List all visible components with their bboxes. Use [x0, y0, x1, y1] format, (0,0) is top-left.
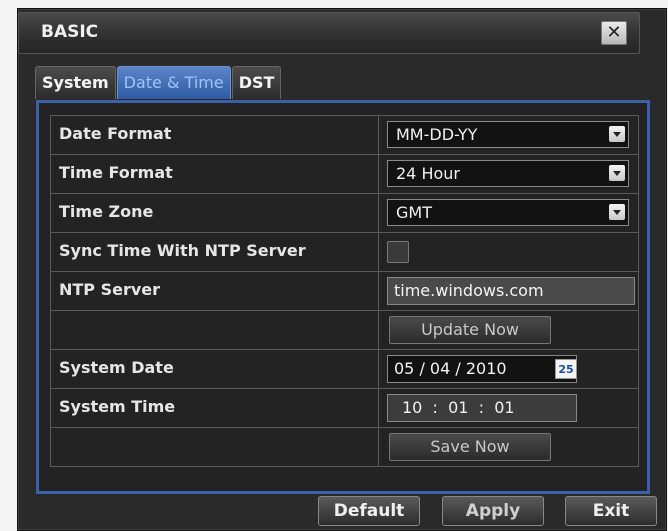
sync-ntp-checkbox[interactable]	[387, 241, 409, 263]
empty-label-cell	[51, 428, 379, 466]
update-now-button[interactable]: Update Now	[389, 316, 551, 344]
system-time-input[interactable]: 10 : 01 : 01	[387, 394, 577, 422]
default-button[interactable]: Default	[318, 496, 420, 526]
tab-dst[interactable]: DST	[231, 66, 282, 99]
row-time-format: Time Format 24 Hour	[50, 154, 639, 193]
tab-bar: System Date & Time DST	[35, 66, 282, 100]
settings-grid: Date Format MM-DD-YY Time Format 24 Hour…	[50, 115, 639, 467]
date-format-select[interactable]: MM-DD-YY	[387, 121, 629, 148]
system-date-input[interactable]: 05 / 04 / 2010 25	[387, 355, 577, 383]
dropdown-arrow-icon	[609, 126, 625, 142]
dropdown-arrow-icon	[609, 165, 625, 181]
row-ntp-server: NTP Server time.windows.com	[50, 271, 639, 310]
title-bar: BASIC ✕	[18, 12, 640, 54]
tab-date-time[interactable]: Date & Time	[116, 66, 231, 99]
row-update-now: Update Now	[50, 310, 639, 349]
system-date-label: System Date	[51, 350, 379, 388]
save-now-button[interactable]: Save Now	[389, 433, 551, 461]
ntp-server-label: NTP Server	[51, 272, 379, 310]
calendar-icon[interactable]: 25	[555, 359, 577, 379]
date-format-label: Date Format	[51, 116, 379, 154]
apply-button[interactable]: Apply	[442, 496, 544, 526]
time-format-value: 24 Hour	[396, 164, 460, 183]
system-time-label: System Time	[51, 389, 379, 427]
time-zone-value: GMT	[396, 203, 432, 222]
window-title: BASIC	[41, 22, 99, 42]
time-format-select[interactable]: 24 Hour	[387, 160, 629, 187]
row-sync-ntp: Sync Time With NTP Server	[50, 232, 639, 271]
row-date-format: Date Format MM-DD-YY	[50, 115, 639, 154]
row-system-date: System Date 05 / 04 / 2010 25	[50, 349, 639, 388]
time-zone-label: Time Zone	[51, 194, 379, 232]
empty-label-cell	[51, 311, 379, 349]
tab-system[interactable]: System	[35, 66, 116, 99]
date-format-value: MM-DD-YY	[396, 125, 478, 144]
row-system-time: System Time 10 : 01 : 01	[50, 388, 639, 427]
exit-button[interactable]: Exit	[565, 496, 657, 526]
close-icon: ✕	[606, 22, 622, 43]
settings-panel: Date Format MM-DD-YY Time Format 24 Hour…	[36, 100, 650, 494]
row-time-zone: Time Zone GMT	[50, 193, 639, 232]
close-button[interactable]: ✕	[601, 21, 627, 45]
ntp-server-input[interactable]: time.windows.com	[387, 277, 635, 305]
time-zone-select[interactable]: GMT	[387, 199, 629, 226]
time-format-label: Time Format	[51, 155, 379, 193]
dropdown-arrow-icon	[609, 204, 625, 220]
sync-ntp-label: Sync Time With NTP Server	[51, 233, 379, 271]
row-save-now: Save Now	[50, 427, 639, 467]
system-date-value: 05 / 04 / 2010	[394, 359, 507, 378]
